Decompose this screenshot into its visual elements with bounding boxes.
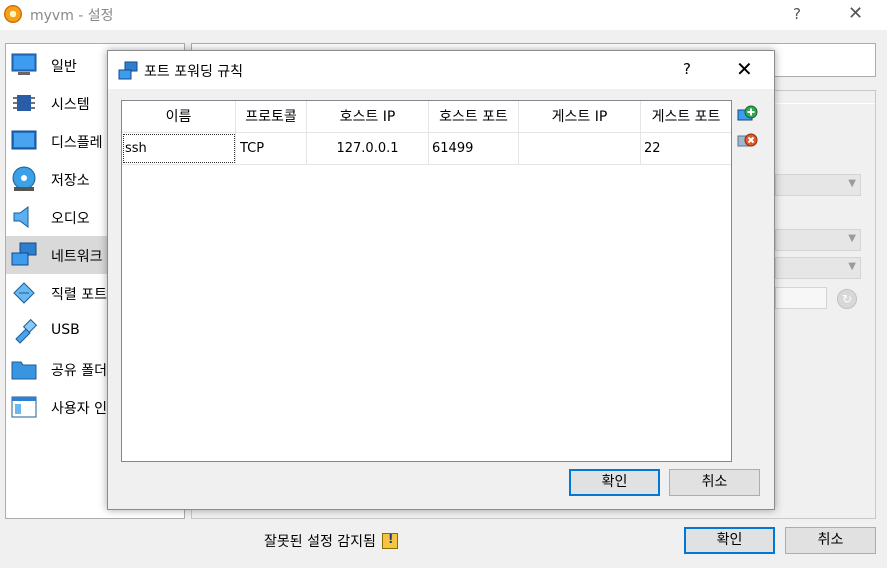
dialog-cancel-button[interactable]: 취소: [669, 469, 760, 496]
sidebar-item-label: 시스템: [51, 97, 90, 113]
add-rule-icon[interactable]: [736, 104, 758, 126]
chevron-down-icon: ▼: [848, 261, 856, 272]
help-button[interactable]: ?: [793, 5, 801, 23]
cell-host-port[interactable]: 61499: [429, 133, 519, 164]
invalid-settings-warning: 잘못된 설정 감지됨: [264, 531, 398, 551]
storage-icon: [12, 166, 36, 191]
mac-address-field[interactable]: [775, 287, 827, 309]
window-titlebar: myvm - 설정 ? ✕: [0, 0, 887, 30]
sidebar-item-label: 사용자 인: [51, 401, 107, 417]
refresh-icon[interactable]: ↻: [837, 289, 857, 309]
display-icon: [11, 130, 37, 150]
dialog-close-button[interactable]: ✕: [736, 57, 753, 81]
network-icon: [118, 61, 138, 80]
warning-text: 잘못된 설정 감지됨: [264, 534, 376, 550]
ok-button[interactable]: 확인: [684, 527, 775, 554]
table-header: 이름 프로토콜 호스트 IP 호스트 포트 게스트 IP 게스트 포트: [122, 101, 731, 133]
system-icon: [13, 95, 35, 111]
sidebar-item-label: USB: [51, 322, 80, 338]
column-header-host-port[interactable]: 호스트 포트: [429, 101, 519, 133]
chevron-down-icon: ▼: [848, 178, 856, 189]
cell-host-ip[interactable]: 127.0.0.1: [307, 133, 429, 164]
cell-guest-ip[interactable]: [519, 133, 641, 164]
dialog-titlebar: 포트 포워딩 규칙 ? ✕: [108, 51, 774, 89]
port-forwarding-dialog: 포트 포워딩 규칙 ? ✕ 이름 프로토콜 호스트 IP 호스트 포트 게스트 …: [107, 50, 775, 510]
dialog-ok-button[interactable]: 확인: [569, 469, 660, 496]
port-forwarding-table: 이름 프로토콜 호스트 IP 호스트 포트 게스트 IP 게스트 포트 ssh …: [121, 100, 732, 462]
adapter-type-select[interactable]: ▼: [775, 229, 861, 251]
chevron-down-icon: ▼: [848, 233, 856, 244]
cell-guest-port[interactable]: 22: [641, 133, 731, 164]
cell-name[interactable]: ssh: [122, 133, 236, 164]
user-interface-icon: [11, 396, 37, 418]
warning-icon[interactable]: [381, 532, 398, 549]
network-icon: [11, 242, 37, 266]
column-header-name[interactable]: 이름: [122, 101, 236, 133]
sidebar-item-label: 공유 폴더: [51, 363, 107, 379]
window-title: myvm - 설정: [30, 8, 114, 24]
audio-icon: [13, 206, 29, 228]
dialog-help-button[interactable]: ?: [683, 60, 691, 78]
cell-protocol[interactable]: TCP: [236, 133, 307, 164]
virtualbox-icon: [4, 5, 22, 23]
attached-to-select[interactable]: ▼: [775, 174, 861, 196]
column-header-guest-ip[interactable]: 게스트 IP: [519, 101, 641, 133]
table-row[interactable]: ssh TCP 127.0.0.1 61499 22: [122, 133, 731, 165]
general-icon: [11, 53, 37, 75]
sidebar-item-label: 직렬 포트: [51, 287, 107, 303]
sidebar-item-label: 디스플레: [51, 135, 103, 151]
close-button[interactable]: ✕: [848, 3, 863, 24]
column-header-host-ip[interactable]: 호스트 IP: [307, 101, 429, 133]
column-header-guest-port[interactable]: 게스트 포트: [641, 101, 731, 133]
shared-folders-icon: [11, 361, 37, 380]
sidebar-item-label: 저장소: [51, 173, 90, 189]
promiscuous-mode-select[interactable]: ▼: [775, 257, 861, 279]
remove-rule-icon[interactable]: [736, 130, 758, 152]
usb-icon: [15, 318, 38, 344]
serial-ports-icon: [13, 282, 35, 304]
cancel-button[interactable]: 취소: [785, 527, 876, 554]
sidebar-item-label: 네트워크: [51, 249, 103, 265]
dialog-title: 포트 포워딩 규칙: [144, 64, 244, 80]
sidebar-item-label: 일반: [51, 59, 77, 75]
sidebar-item-label: 오디오: [51, 211, 90, 227]
column-header-protocol[interactable]: 프로토콜: [236, 101, 307, 133]
